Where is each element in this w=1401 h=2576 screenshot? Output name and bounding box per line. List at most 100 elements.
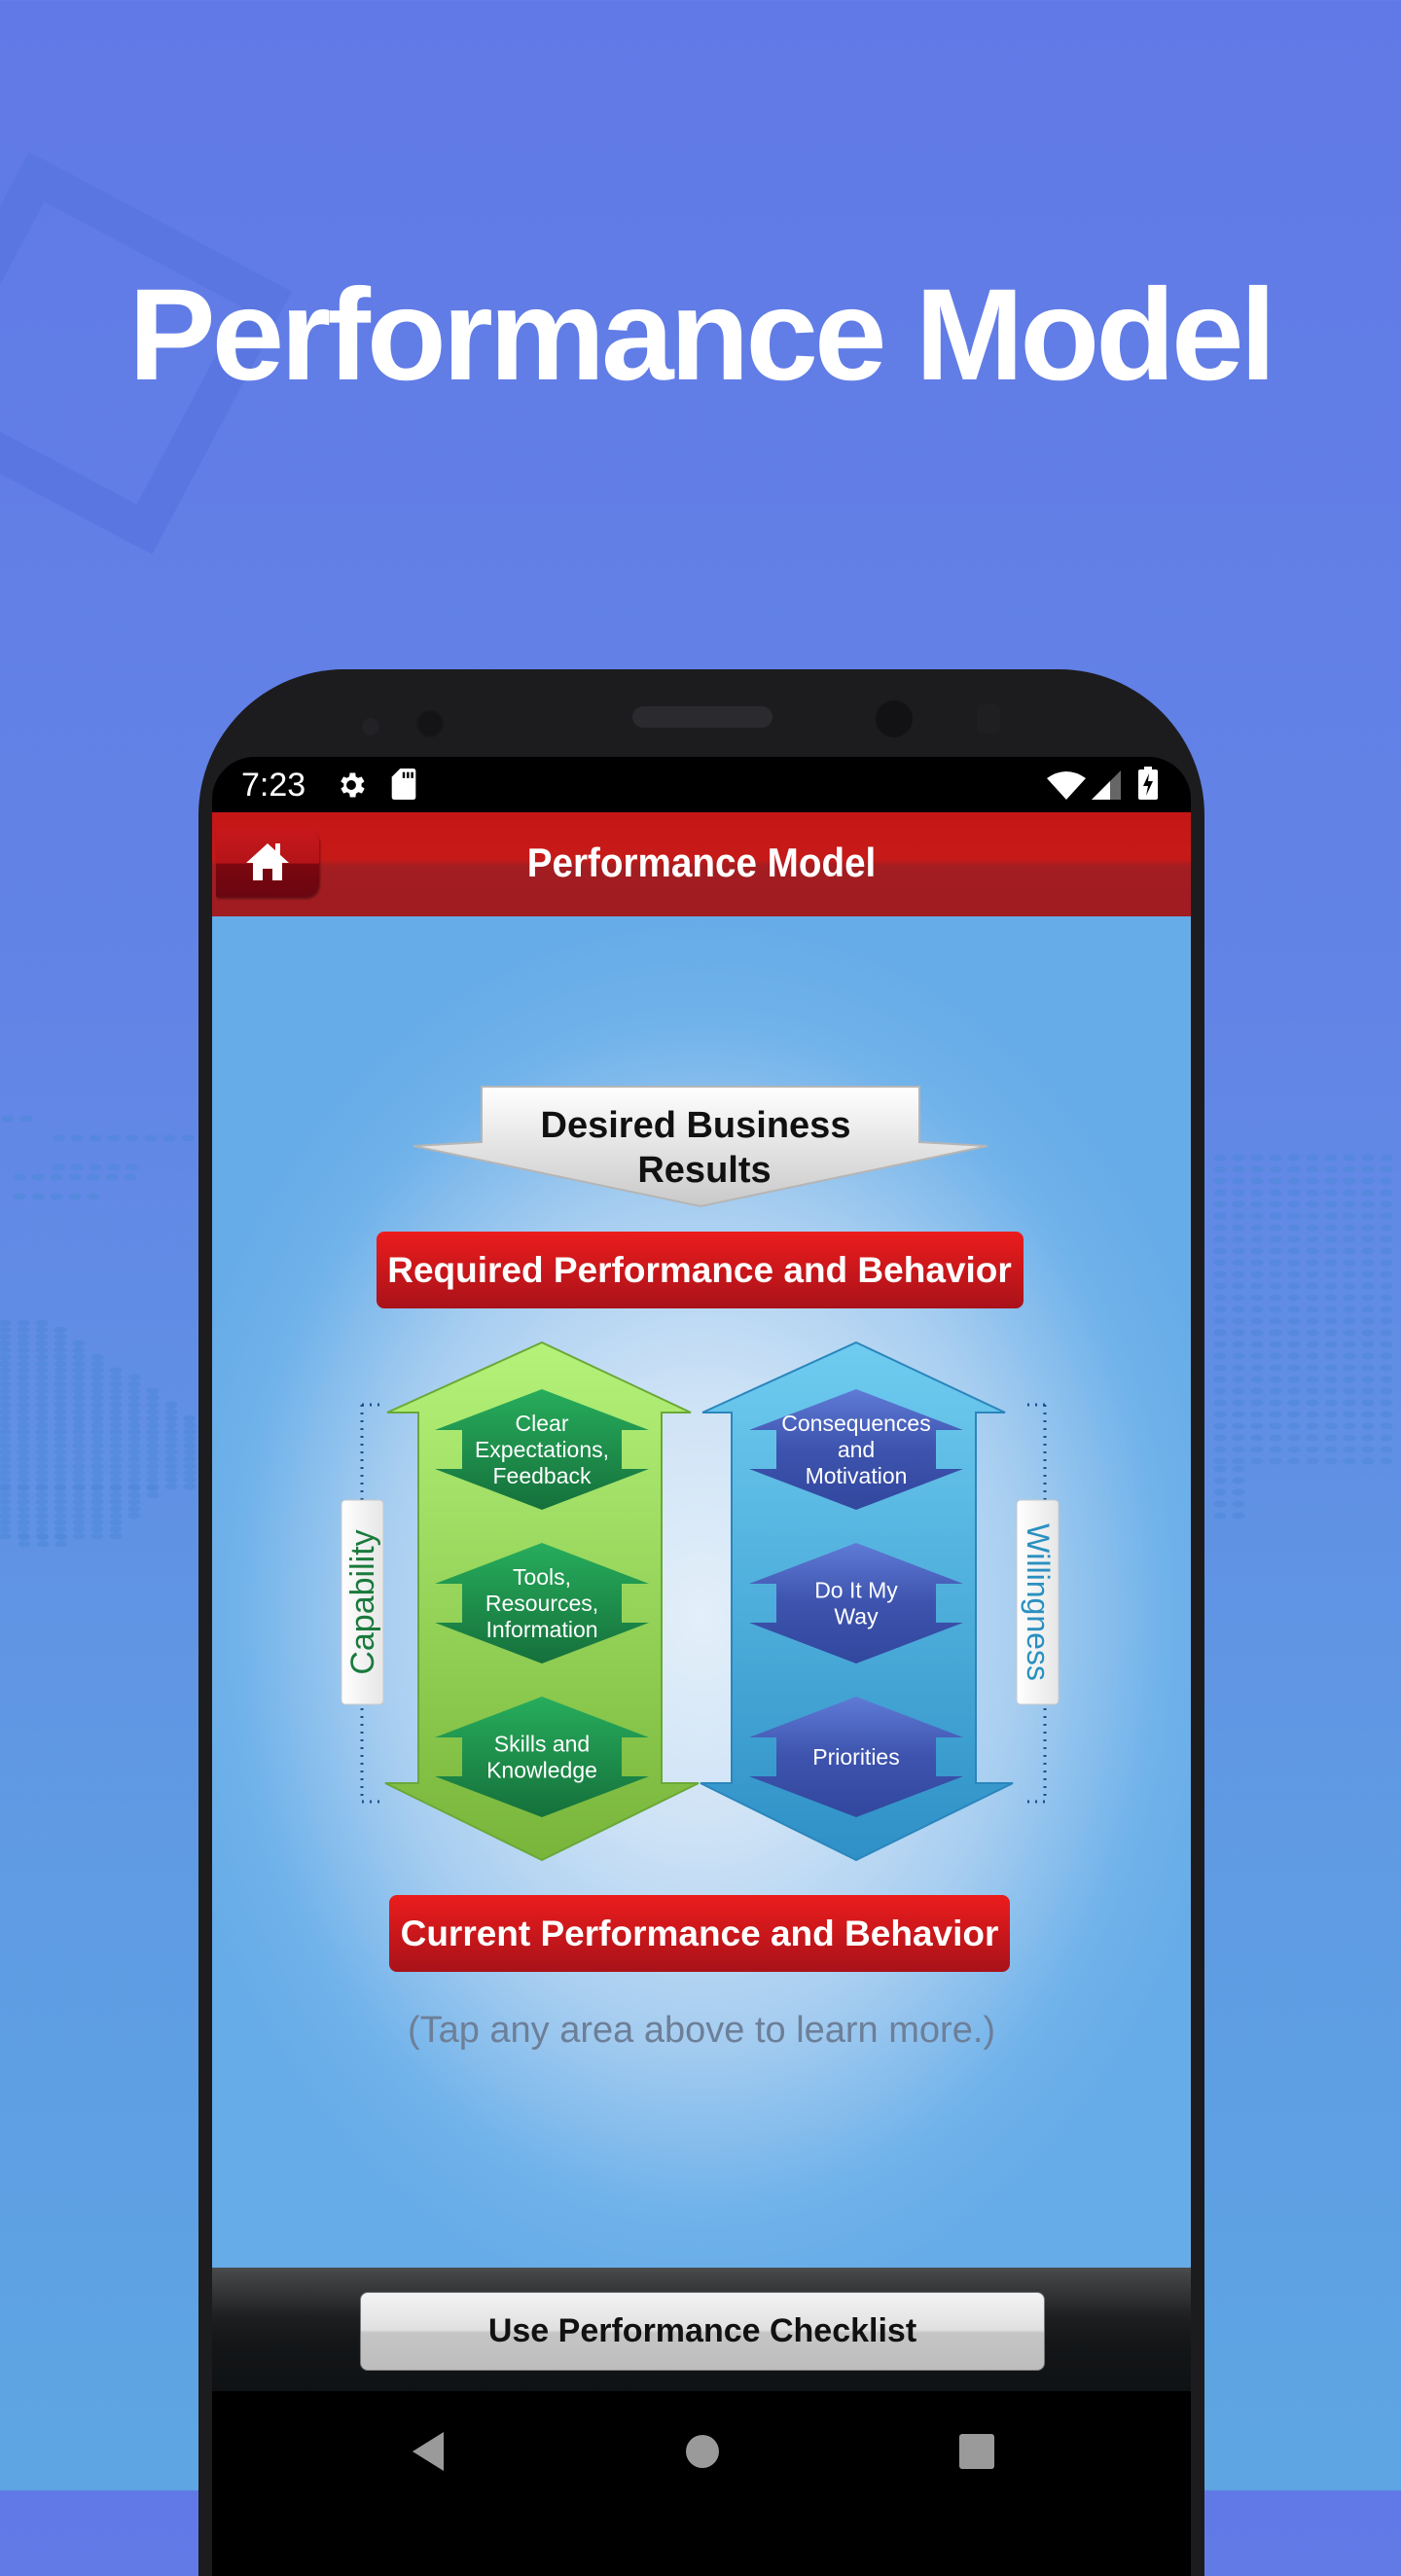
- dotted-world-map-left: [0, 1115, 197, 1548]
- map-dot: [54, 1505, 67, 1513]
- map-dot: [1361, 1329, 1375, 1337]
- map-dot: [1232, 1477, 1245, 1485]
- map-dot: [1343, 1165, 1356, 1173]
- map-dot: [35, 1326, 49, 1334]
- map-dot: [90, 1519, 104, 1526]
- map-dot: [1232, 1317, 1245, 1325]
- map-dot: [90, 1512, 104, 1520]
- map-dot: [1343, 1224, 1356, 1232]
- map-dot: [54, 1374, 67, 1381]
- map-dot: [162, 1134, 176, 1142]
- map-dot: [0, 1505, 12, 1513]
- map-dot: [1250, 1341, 1264, 1348]
- use-performance-checklist-button[interactable]: Use Performance Checklist: [360, 2292, 1045, 2371]
- map-dot: [1250, 1387, 1264, 1395]
- map-dot: [54, 1540, 68, 1548]
- map-dot: [31, 1193, 45, 1200]
- back-icon[interactable]: [409, 2430, 448, 2478]
- required-performance-banner[interactable]: Required Performance and Behavior: [377, 1232, 1024, 1308]
- capability-label[interactable]: Capability: [341, 1499, 384, 1705]
- map-dot: [35, 1505, 49, 1513]
- battery-charging-icon: [1138, 767, 1158, 805]
- map-dot: [18, 1540, 31, 1548]
- map-dot: [1306, 1446, 1319, 1453]
- map-dot: [1361, 1434, 1375, 1442]
- map-dot: [1361, 1247, 1375, 1255]
- map-dot: [0, 1512, 12, 1520]
- map-dot: [1361, 1235, 1375, 1243]
- map-dot: [1232, 1399, 1245, 1407]
- map-dot: [1361, 1352, 1375, 1360]
- map-dot: [54, 1476, 67, 1484]
- map-dot: [54, 1340, 67, 1347]
- map-dot: [89, 1134, 102, 1142]
- map-dot: [1324, 1165, 1338, 1173]
- map-dot: [164, 1442, 178, 1449]
- map-dot: [1306, 1224, 1319, 1232]
- map-dot: [127, 1394, 141, 1402]
- map-dot: [127, 1408, 141, 1415]
- map-dot: [1250, 1434, 1264, 1442]
- map-dot: [1343, 1177, 1356, 1185]
- map-dot: [1287, 1399, 1301, 1407]
- capability-factor-text: Clear: [516, 1411, 569, 1436]
- map-dot: [1324, 1306, 1338, 1313]
- map-dot: [1343, 1282, 1356, 1290]
- capability-label-text: Capability: [344, 1529, 381, 1674]
- map-dot: [1324, 1364, 1338, 1372]
- map-dot: [90, 1449, 104, 1456]
- map-dot: [1232, 1488, 1245, 1496]
- bottom-action-bar: Use Performance Checklist: [212, 2268, 1191, 2391]
- map-dot: [1380, 1399, 1393, 1407]
- map-dot: [1306, 1212, 1319, 1220]
- map-dot: [1380, 1282, 1393, 1290]
- map-dot: [90, 1498, 104, 1506]
- map-dot: [1324, 1247, 1338, 1255]
- map-dot: [146, 1435, 160, 1443]
- map-dot: [17, 1485, 30, 1492]
- map-dot: [1232, 1154, 1245, 1162]
- map-dot: [1250, 1306, 1264, 1313]
- map-dot: [1324, 1200, 1338, 1208]
- home-circle-icon[interactable]: [683, 2430, 722, 2478]
- map-dot: [164, 1455, 178, 1463]
- map-dot: [1343, 1376, 1356, 1383]
- map-dot: [109, 1462, 123, 1470]
- capability-factor-text: Expectations,: [475, 1437, 609, 1462]
- map-dot: [109, 1380, 123, 1388]
- map-dot: [1380, 1376, 1393, 1383]
- map-dot: [1287, 1352, 1301, 1360]
- map-dot: [17, 1469, 30, 1477]
- map-dot: [1343, 1154, 1356, 1162]
- map-dot: [1306, 1165, 1319, 1173]
- map-dot: [109, 1449, 123, 1456]
- map-dot: [1306, 1376, 1319, 1383]
- map-dot: [146, 1394, 160, 1402]
- map-dot: [1232, 1177, 1245, 1185]
- map-dot: [1361, 1165, 1375, 1173]
- map-dot: [35, 1340, 49, 1347]
- map-dot: [17, 1455, 30, 1463]
- desired-business-results-arrow[interactable]: Desired Business Results: [413, 1086, 988, 1208]
- map-dot: [1324, 1446, 1338, 1453]
- map-dot: [1306, 1247, 1319, 1255]
- map-dot: [127, 1421, 141, 1429]
- map-dot: [0, 1387, 12, 1395]
- current-performance-banner[interactable]: Current Performance and Behavior: [389, 1895, 1010, 1972]
- willingness-label[interactable]: Willingness: [1016, 1499, 1060, 1705]
- map-dot: [90, 1462, 104, 1470]
- recents-icon[interactable]: [957, 2430, 996, 2478]
- map-dot: [1269, 1247, 1282, 1255]
- map-dot: [164, 1435, 178, 1443]
- map-dot: [1361, 1317, 1375, 1325]
- map-dot: [1306, 1341, 1319, 1348]
- map-dot: [35, 1394, 49, 1402]
- map-dot: [72, 1367, 86, 1375]
- map-dot: [1269, 1422, 1282, 1430]
- map-dot: [17, 1374, 30, 1381]
- map-dot: [1269, 1224, 1282, 1232]
- map-dot: [164, 1414, 178, 1422]
- map-dot: [90, 1525, 104, 1533]
- map-dot: [0, 1442, 12, 1449]
- map-dot: [68, 1173, 82, 1181]
